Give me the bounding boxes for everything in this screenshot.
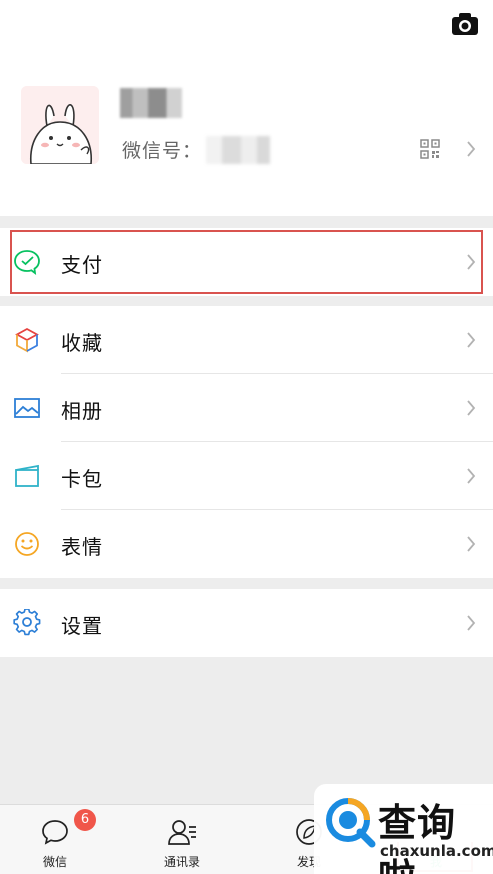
wechat-id-label: 微信号： — [122, 140, 203, 162]
profile-header: 微信号： — [0, 0, 493, 216]
menu-item-favorites[interactable]: 收藏 — [0, 306, 493, 374]
chevron-right-icon — [467, 615, 476, 631]
tab-chats[interactable]: 6 微信 — [10, 805, 100, 874]
camera-icon[interactable] — [451, 12, 479, 36]
menu-label-cards: 卡包 — [61, 467, 103, 491]
menu-item-album[interactable]: 相册 — [0, 374, 493, 442]
menu-item-cards[interactable]: 卡包 — [0, 442, 493, 510]
watermark: 查询啦 chaxunla.com — [314, 784, 493, 874]
tab-label-chats: 微信 — [42, 855, 67, 869]
card-wallet-icon — [15, 464, 39, 487]
avatar[interactable] — [21, 86, 99, 164]
bunny-avatar-image — [21, 86, 99, 164]
chevron-right-icon — [467, 400, 476, 416]
menu-label-favorites: 收藏 — [61, 331, 103, 355]
watermark-url: chaxunla.com — [380, 842, 493, 860]
qr-code-icon[interactable] — [420, 139, 440, 159]
menu-item-settings[interactable]: 设置 — [0, 589, 493, 657]
profile-chevron-right-icon — [467, 141, 476, 157]
menu-label-settings: 设置 — [61, 614, 103, 638]
tab-contacts[interactable]: 通讯录 — [137, 805, 227, 874]
chevron-right-icon — [467, 536, 476, 552]
menu-item-stickers[interactable]: 表情 — [0, 510, 493, 578]
smiley-face-icon — [15, 532, 39, 556]
chevron-right-icon — [467, 332, 476, 348]
watermark-title: 查询啦 — [378, 801, 457, 874]
unread-badge: 6 — [74, 809, 96, 831]
contacts-person-icon — [168, 820, 196, 845]
album-picture-icon — [14, 398, 40, 418]
tab-label-contacts: 通讯录 — [163, 855, 200, 869]
chat-bubble-icon — [42, 820, 68, 845]
wechat-id-blurred — [206, 136, 270, 164]
menu-label-stickers: 表情 — [61, 535, 103, 559]
pay-highlight-box — [10, 230, 483, 294]
favorites-cube-icon — [15, 327, 39, 353]
nickname-blurred — [120, 88, 182, 118]
menu-label-album: 相册 — [61, 399, 103, 423]
chevron-right-icon — [467, 468, 476, 484]
gear-icon — [13, 609, 41, 636]
magnifier-logo-icon — [326, 798, 376, 848]
